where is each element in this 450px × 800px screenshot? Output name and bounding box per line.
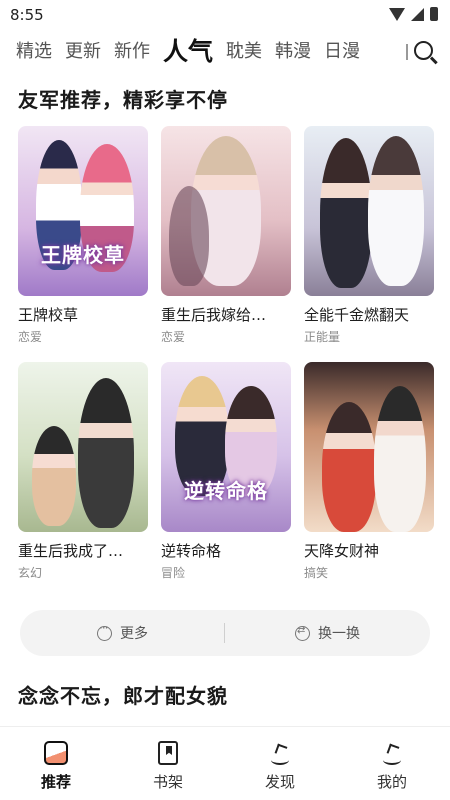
comic-card[interactable]: 重生后我成了… 玄幻 [18,362,148,580]
comic-cover[interactable] [304,362,434,532]
nav-bookshelf[interactable]: 书架 [128,735,208,795]
more-button[interactable]: 更多 [20,610,225,656]
nav-label: 书架 [152,773,183,791]
section-title: 友军推荐，精彩享不停 [18,84,228,113]
more-label: 更多 [120,626,148,642]
comic-card[interactable]: 天降女财神 搞笑 [304,362,434,580]
cover-figure [322,402,376,532]
cover-title-art: 逆转命格 [184,479,268,503]
card-title: 重生后我嫁给… [161,306,267,324]
nav-label: 推荐 [40,773,71,791]
refresh-button[interactable]: 换一换 [225,610,430,656]
section-title-text: 友军推荐，精彩享不停 [18,88,228,112]
search-button[interactable] [412,38,440,66]
comic-card[interactable]: 重生后我嫁给… 恋爱 [161,126,291,344]
section-title-text: 念念不忘，郎才配女貌 [18,684,228,708]
cover-figure [368,136,424,286]
tab-renqi[interactable]: 人气 [163,34,213,70]
home-icon [44,741,68,765]
comic-card[interactable]: 全能千金燃翻天 正能量 [304,126,434,344]
card-title: 重生后我成了… [18,542,124,560]
profile-icon [380,741,404,765]
discover-icon [268,741,292,765]
card-tag: 恋爱 [161,330,186,344]
card-tag: 玄幻 [18,566,43,580]
cover-figure [32,426,76,526]
comic-card[interactable]: 逆转命格 逆转命格 冒险 [161,362,291,580]
bookshelf-icon [158,741,178,765]
refresh-icon [295,625,310,641]
tab-danmei[interactable]: 耽美 [226,34,262,70]
card-tag: 冒险 [161,566,186,580]
comic-cover[interactable]: 逆转命格 [161,362,291,532]
card-title: 全能千金燃翻天 [304,306,410,324]
status-icons [389,7,438,21]
more-icon [97,621,112,641]
nav-label: 发现 [264,773,295,791]
card-tag: 正能量 [304,330,341,344]
cover-figure [320,138,372,288]
tab-xinzuo[interactable]: 新作 [114,34,150,70]
card-title: 天降女财神 [304,542,380,560]
signal-icon [411,7,424,21]
battery-icon [430,7,438,21]
tab-jingxuan[interactable]: 精选 [16,34,52,70]
cover-figure [169,186,209,286]
comic-card[interactable]: 王牌校草 王牌校草 恋爱 [18,126,148,344]
cover-figure [78,378,134,528]
category-tabs: 精选 更新 新作 人气 耽美 韩漫 日漫 [16,34,373,70]
refresh-label: 换一换 [318,626,360,642]
cover-title-art: 王牌校草 [41,243,125,267]
comic-cover[interactable] [304,126,434,296]
nav-discover[interactable]: 发现 [240,735,320,795]
bottom-nav: 推荐 书架 发现 我的 [0,726,450,800]
tab-riman[interactable]: 日漫 [324,34,360,70]
status-bar: 8:55 [0,0,450,30]
card-title: 逆转命格 [161,542,222,560]
card-tag: 搞笑 [304,566,329,580]
tab-hanman[interactable]: 韩漫 [275,34,311,70]
nav-profile[interactable]: 我的 [352,735,432,795]
section-title: 念念不忘，郎才配女貌 [18,680,228,709]
card-tag: 恋爱 [18,330,43,344]
search-icon [414,41,433,60]
card-title: 王牌校草 [18,306,79,324]
wifi-icon [389,7,405,21]
tab-gengxin[interactable]: 更新 [65,34,101,70]
comic-cover[interactable]: 王牌校草 [18,126,148,296]
nav-label: 我的 [376,773,407,791]
action-bar: 更多 换一换 [20,610,430,656]
nav-recommend[interactable]: 推荐 [16,735,96,795]
comic-cover[interactable] [18,362,148,532]
tabs-divider [406,44,408,60]
cover-figure [374,386,426,532]
status-time: 8:55 [10,6,44,24]
comic-cover[interactable] [161,126,291,296]
